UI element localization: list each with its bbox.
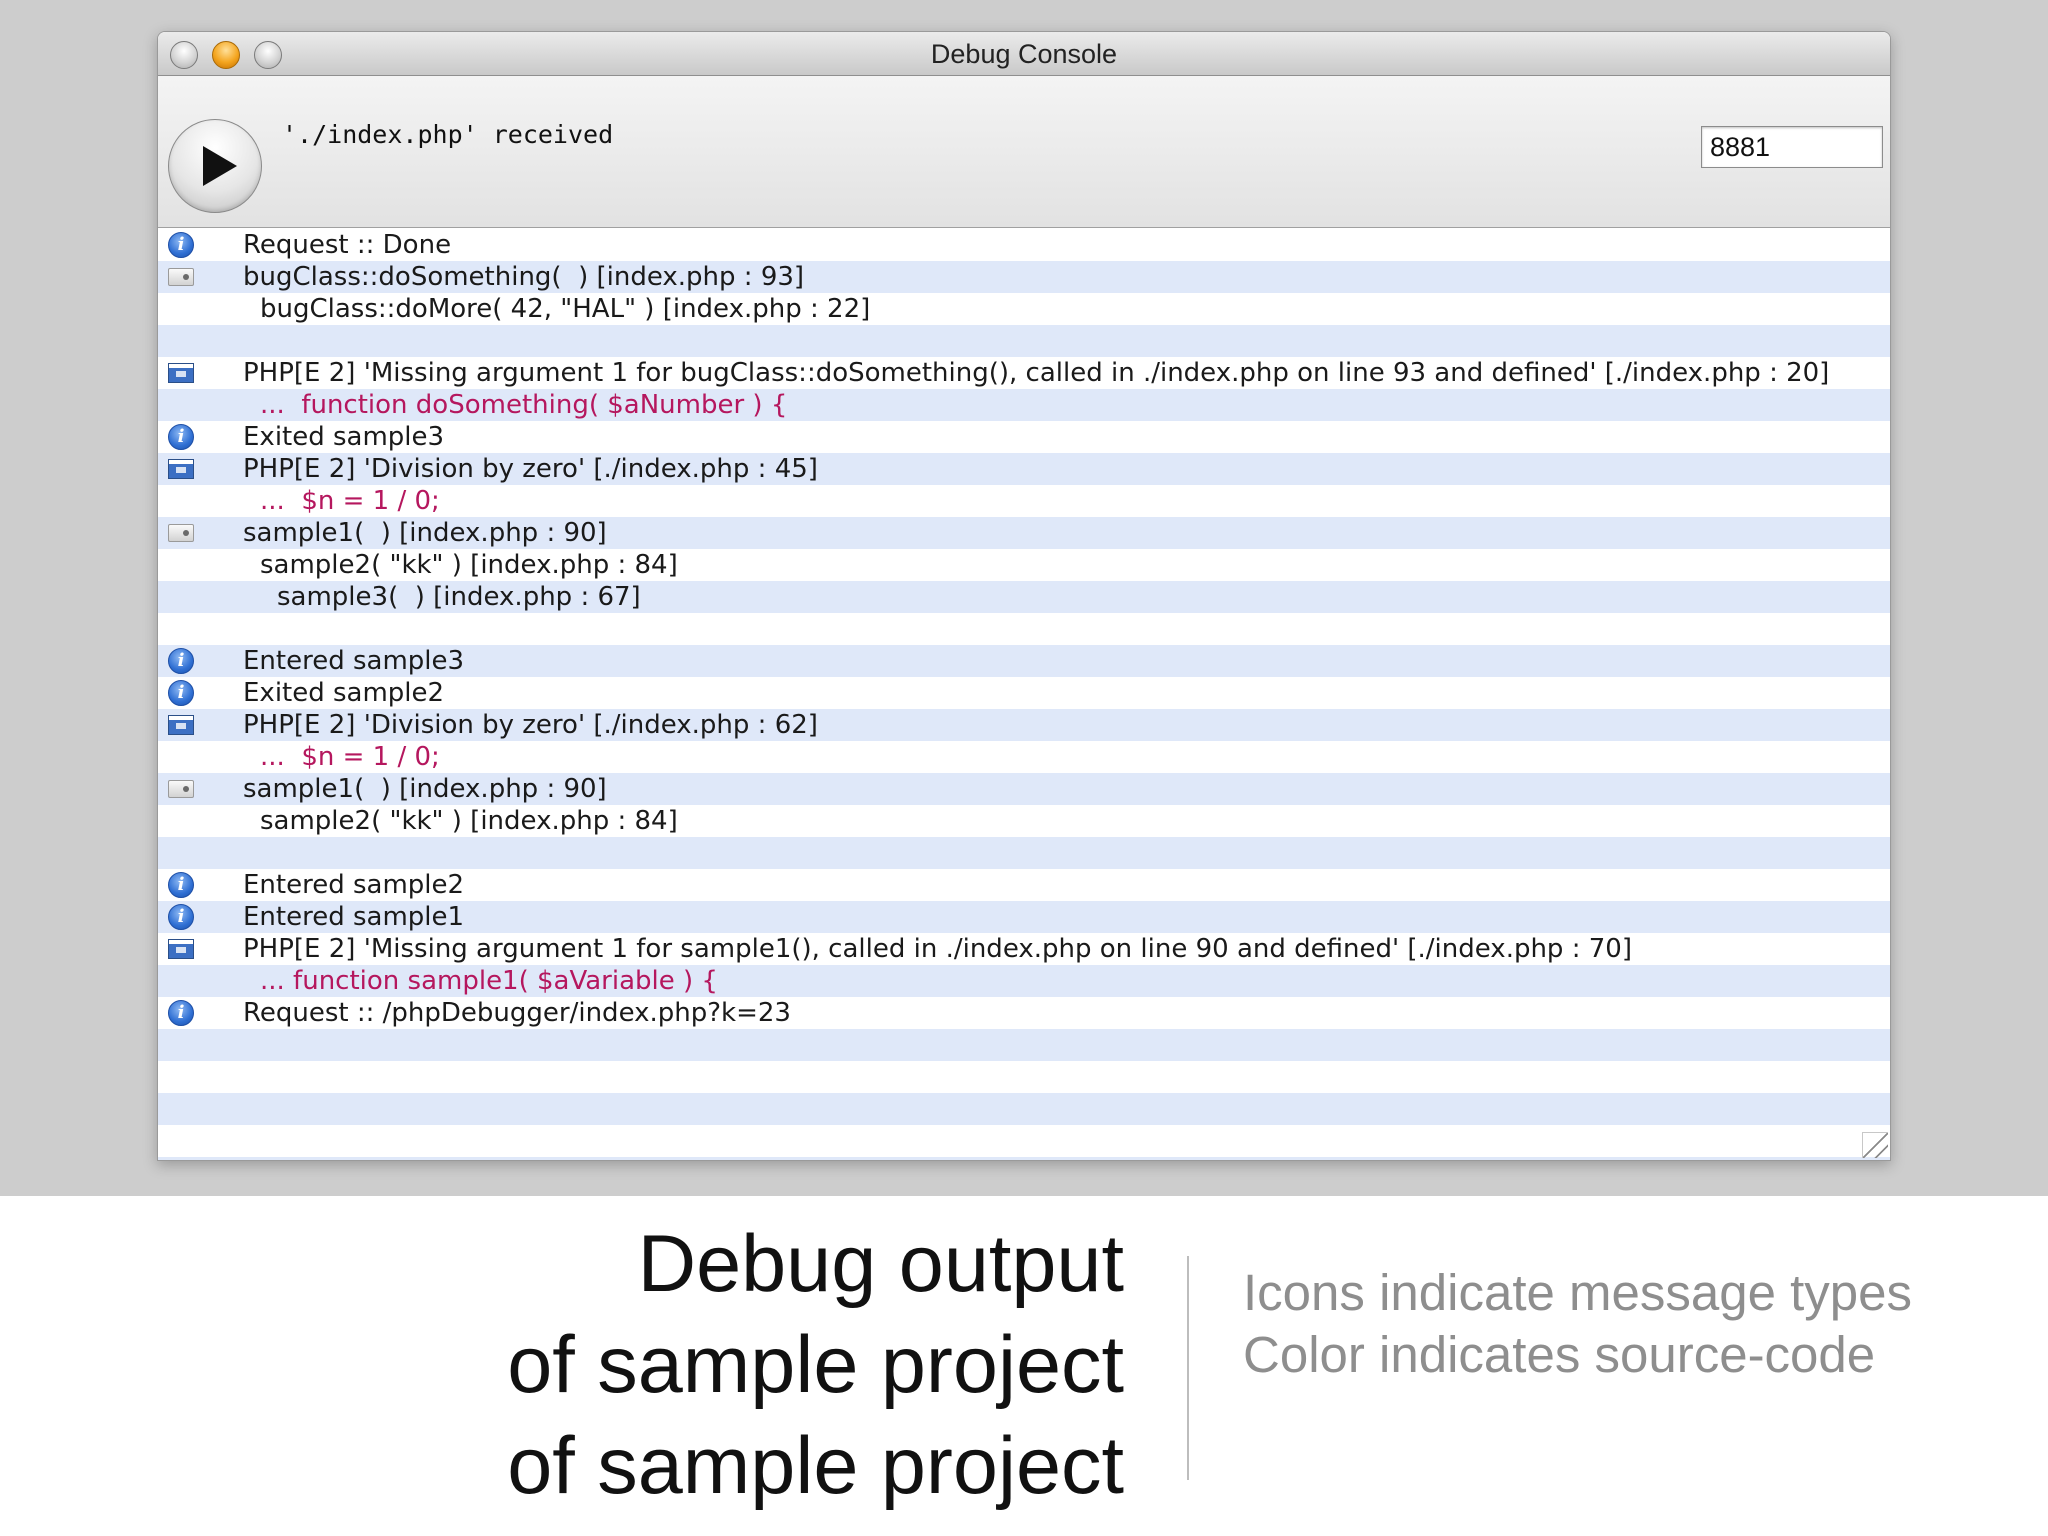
log-row[interactable]: i Exited sample2	[158, 677, 1890, 709]
log-row[interactable]: bugClass::doMore( 42, "HAL" ) [index.php…	[158, 293, 1890, 325]
window-title: Debug Console	[930, 39, 1118, 69]
log-row[interactable]: i Entered sample1	[158, 901, 1890, 933]
log-row[interactable]	[158, 1029, 1890, 1061]
log-row[interactable]: i Entered sample2	[158, 869, 1890, 901]
log-message-text: PHP[E 2] 'Division by zero' [./index.php…	[243, 710, 818, 740]
log-message-text: Entered sample2	[243, 870, 465, 900]
screenshot-backdrop: Debug Console './index.php' received i Re…	[0, 0, 2048, 1196]
log-message-text: Request :: Done	[243, 230, 452, 260]
log-row[interactable]	[158, 613, 1890, 645]
caption-title-line: Debug output	[637, 1219, 1124, 1309]
log-message-text: PHP[E 2] 'Division by zero' [./index.php…	[243, 454, 818, 484]
log-row[interactable]	[158, 1157, 1890, 1160]
log-row[interactable]: PHP[E 2] 'Missing argument 1 for sample1…	[158, 933, 1890, 965]
log-message-text: Exited sample3	[243, 422, 445, 452]
log-message-text: PHP[E 2] 'Missing argument 1 for sample1…	[243, 934, 1632, 964]
log-message-text: bugClass::doMore( 42, "HAL" ) [index.php…	[260, 294, 871, 324]
log-row[interactable]: ... function sample1( $aVariable ) {	[158, 965, 1890, 997]
info-icon: i	[168, 1000, 194, 1026]
log-message-text: sample3( ) [index.php : 67]	[277, 582, 641, 612]
log-row[interactable]: sample1( ) [index.php : 90]	[158, 517, 1890, 549]
log-row[interactable]: PHP[E 2] 'Missing argument 1 for bugClas…	[158, 357, 1890, 389]
debug-log-list[interactable]: i Request :: Done bugClass::doSomething( )…	[158, 229, 1890, 1160]
trace-icon	[168, 524, 194, 542]
error-icon	[168, 459, 194, 479]
caption-note-line: Color indicates source-code	[1243, 1326, 1876, 1383]
caption-title-line: of sample project	[507, 1320, 1124, 1410]
info-icon: i	[168, 424, 194, 450]
info-icon: i	[168, 232, 194, 258]
log-message-text: sample2( "kk" ) [index.php : 84]	[260, 550, 678, 580]
log-message-text: bugClass::doSomething( ) [index.php : 93…	[243, 262, 805, 292]
resize-grip[interactable]	[1862, 1132, 1888, 1158]
log-row[interactable]: ... function doSomething( $aNumber ) {	[158, 389, 1890, 421]
port-input[interactable]	[1701, 126, 1883, 168]
log-message-text: Entered sample3	[243, 646, 465, 676]
log-row[interactable]	[158, 837, 1890, 869]
error-icon	[168, 715, 194, 735]
trace-icon	[168, 780, 194, 798]
log-row[interactable]: bugClass::doSomething( ) [index.php : 93…	[158, 261, 1890, 293]
source-code-text: ... function sample1( $aVariable ) {	[260, 966, 718, 996]
log-row[interactable]: sample2( "kk" ) [index.php : 84]	[158, 549, 1890, 581]
log-row[interactable]: i Exited sample3	[158, 421, 1890, 453]
status-text: './index.php' received	[282, 120, 614, 149]
log-row[interactable]: sample1( ) [index.php : 90]	[158, 773, 1890, 805]
info-icon: i	[168, 680, 194, 706]
title-bar[interactable]: Debug Console	[158, 32, 1890, 76]
log-row[interactable]: PHP[E 2] 'Division by zero' [./index.php…	[158, 453, 1890, 485]
caption-note-line: Icons indicate message types	[1243, 1264, 1913, 1321]
log-row[interactable]	[158, 1061, 1890, 1093]
error-icon	[168, 363, 194, 383]
log-message-text: PHP[E 2] 'Missing argument 1 for bugClas…	[243, 358, 1830, 388]
caption-title: Debug output of sample project of sample…	[440, 1214, 1124, 1517]
play-button[interactable]	[168, 119, 262, 213]
log-row[interactable]: PHP[E 2] 'Division by zero' [./index.php…	[158, 709, 1890, 741]
caption-notes: Icons indicate message types Color indic…	[1243, 1262, 2023, 1386]
caption-title-line: of sample project	[507, 1421, 1124, 1511]
caption-divider	[1187, 1256, 1189, 1480]
source-code-text: ... function doSomething( $aNumber ) {	[260, 390, 788, 420]
log-row[interactable]: sample3( ) [index.php : 67]	[158, 581, 1890, 613]
log-row[interactable]	[158, 1093, 1890, 1125]
error-icon	[168, 939, 194, 959]
debug-console-window: Debug Console './index.php' received i Re…	[157, 31, 1891, 1161]
log-message-text: Request :: /phpDebugger/index.php?k=23	[243, 998, 791, 1028]
log-message-text: Entered sample1	[243, 902, 465, 932]
log-message-text: sample2( "kk" ) [index.php : 84]	[260, 806, 678, 836]
source-code-text: ... $n = 1 / 0;	[260, 742, 440, 772]
info-icon: i	[168, 648, 194, 674]
log-row[interactable]	[158, 325, 1890, 357]
log-message-text: Exited sample2	[243, 678, 445, 708]
log-message-text: sample1( ) [index.php : 90]	[243, 518, 607, 548]
log-row[interactable]: i Request :: /phpDebugger/index.php?k=23	[158, 997, 1890, 1029]
info-icon: i	[168, 872, 194, 898]
source-code-text: ... $n = 1 / 0;	[260, 486, 440, 516]
log-row[interactable]	[158, 1125, 1890, 1157]
trace-icon	[168, 268, 194, 286]
log-row[interactable]: ... $n = 1 / 0;	[158, 485, 1890, 517]
play-icon	[203, 146, 237, 186]
log-message-text: sample1( ) [index.php : 90]	[243, 774, 607, 804]
log-row[interactable]: i Entered sample3	[158, 645, 1890, 677]
log-row[interactable]: sample2( "kk" ) [index.php : 84]	[158, 805, 1890, 837]
log-row[interactable]: i Request :: Done	[158, 229, 1890, 261]
info-icon: i	[168, 904, 194, 930]
toolbar: './index.php' received	[158, 76, 1890, 228]
log-row[interactable]: ... $n = 1 / 0;	[158, 741, 1890, 773]
